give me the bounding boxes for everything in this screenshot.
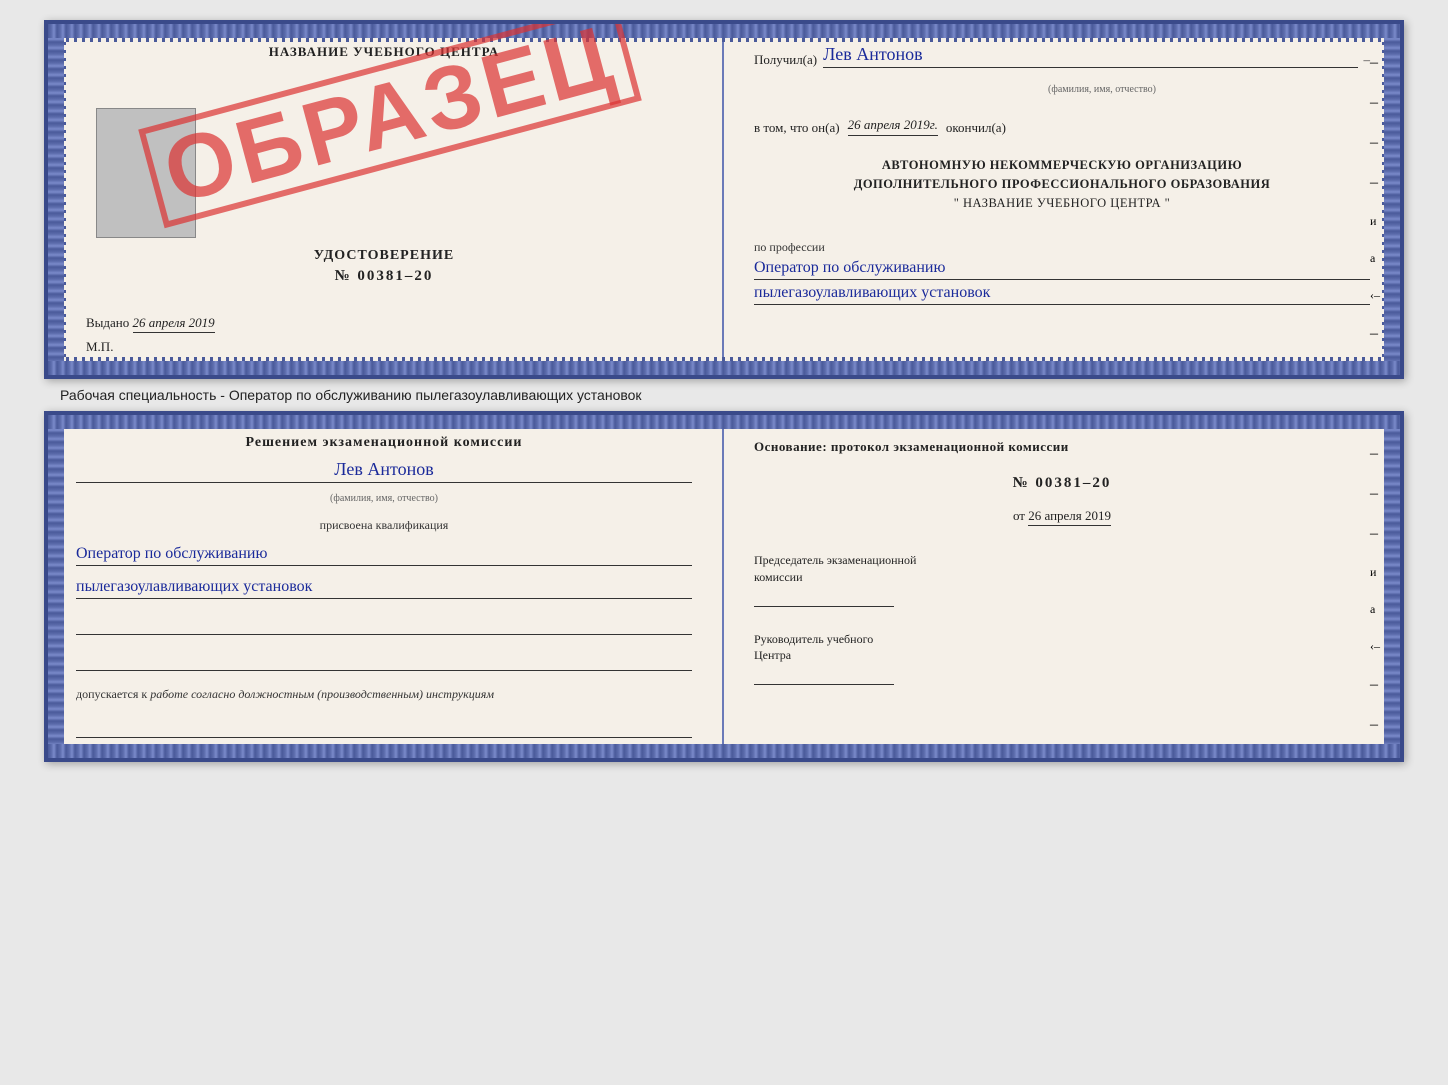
fio-label-bottom: (фамилия, имя, отчество) xyxy=(76,493,692,504)
profession-line2-top: пылегазоулавливающих установок xyxy=(754,284,1370,305)
ot-date-value: 26 апреля 2019 xyxy=(1028,508,1111,526)
poluchil-row: Получил(а) Лев Антонов – xyxy=(754,44,1370,68)
po-professii-label: по профессии xyxy=(754,240,1370,255)
document-container: НАЗВАНИЕ УЧЕБНОГО ЦЕНТРА ОБРАЗЕЦ УДОСТОВ… xyxy=(20,20,1428,762)
po-professii-block: по профессии Оператор по обслуживанию пы… xyxy=(754,232,1370,305)
dopuskaetsya-block: допускается к работе согласно должностны… xyxy=(76,687,692,702)
fio-label-top: (фамилия, имя, отчество) xyxy=(834,84,1370,95)
poluchil-label: Получил(а) xyxy=(754,52,817,68)
ot-date-row: от 26 апреля 2019 xyxy=(754,508,1370,524)
predsedatel-signature-line xyxy=(754,606,894,607)
top-cert-left: НАЗВАНИЕ УЧЕБНОГО ЦЕНТРА ОБРАЗЕЦ УДОСТОВ… xyxy=(48,24,724,375)
top-cert-right: Получил(а) Лев Антонов – (фамилия, имя, … xyxy=(724,24,1400,375)
rukovoditel-block: Руководитель учебного Центра xyxy=(754,631,1370,686)
osnov-title: Основание: протокол экзаменационной коми… xyxy=(754,439,1370,455)
org-name: " НАЗВАНИЕ УЧЕБНОГО ЦЕНТРА " xyxy=(754,194,1370,213)
org-line2: ДОПОЛНИТЕЛЬНОГО ПРОФЕССИОНАЛЬНОГО ОБРАЗО… xyxy=(754,175,1370,194)
udostoverenie-block: УДОСТОВЕРЕНИЕ № 00381–20 xyxy=(76,248,692,285)
org-line1: АВТОНОМНУЮ НЕКОММЕРЧЕСКУЮ ОРГАНИЗАЦИЮ xyxy=(754,156,1370,175)
vydano-label: Выдано xyxy=(86,315,129,330)
recipient-name-top: Лев Антонов xyxy=(823,44,1357,68)
rukovoditel-line2: Центра xyxy=(754,647,1370,664)
blank-line3 xyxy=(76,718,692,738)
bottom-cert-right: Основание: протокол экзаменационной коми… xyxy=(724,415,1400,758)
blank-line1 xyxy=(76,615,692,635)
protocol-number: № 00381–20 xyxy=(754,475,1370,492)
blank-line2 xyxy=(76,651,692,671)
vydano-date: 26 апреля 2019 xyxy=(133,315,215,333)
side-dashes-bottom: – – – и а ‹– – – – – xyxy=(1370,445,1380,762)
profession-line2-bottom: пылегазоулавливающих установок xyxy=(76,578,692,599)
bottom-certificate-spread: Решением экзаменационной комиссии Лев Ан… xyxy=(44,411,1404,762)
vydano-line: Выдано 26 апреля 2019 xyxy=(86,315,215,331)
side-dashes-top: – – – – и а ‹– – – – – xyxy=(1370,54,1380,379)
resheniem-title: Решением экзаменационной комиссии xyxy=(76,435,692,451)
dopuskaetsya-label: допускается к xyxy=(76,687,147,701)
top-certificate-spread: НАЗВАНИЕ УЧЕБНОГО ЦЕНТРА ОБРАЗЕЦ УДОСТОВ… xyxy=(44,20,1404,379)
okончил-label: окончил(а) xyxy=(946,120,1006,136)
vtom-label: в том, что он(а) xyxy=(754,120,840,136)
predsedatel-line1: Председатель экзаменационной xyxy=(754,552,1370,569)
vtom-row: в том, что он(а) 26 апреля 2019г. окончи… xyxy=(754,117,1370,136)
predsedatel-line2: комиссии xyxy=(754,569,1370,586)
rukovoditel-line1: Руководитель учебного xyxy=(754,631,1370,648)
profession-line1-top: Оператор по обслуживанию xyxy=(754,259,1370,280)
predsedatel-block: Председатель экзаменационной комиссии xyxy=(754,552,1370,607)
completion-date: 26 апреля 2019г. xyxy=(848,117,938,136)
between-text: Рабочая специальность - Оператор по обсл… xyxy=(60,387,1420,403)
mp-line: М.П. xyxy=(86,339,113,355)
ot-label: от xyxy=(1013,508,1025,523)
org-block: АВТОНОМНУЮ НЕКОММЕРЧЕСКУЮ ОРГАНИЗАЦИЮ ДО… xyxy=(754,156,1370,212)
prisvoena-label: присвоена квалификация xyxy=(76,518,692,533)
profession-line1-bottom: Оператор по обслуживанию xyxy=(76,545,692,566)
udostoverenie-number: № 00381–20 xyxy=(76,268,692,285)
recipient-name-bottom: Лев Антонов xyxy=(76,459,692,483)
bottom-cert-left: Решением экзаменационной комиссии Лев Ан… xyxy=(48,415,724,758)
dopuskaetsya-value: работе согласно должностным (производств… xyxy=(150,687,494,701)
rukovoditel-signature-line xyxy=(754,684,894,685)
udostoverenie-label: УДОСТОВЕРЕНИЕ xyxy=(76,248,692,264)
